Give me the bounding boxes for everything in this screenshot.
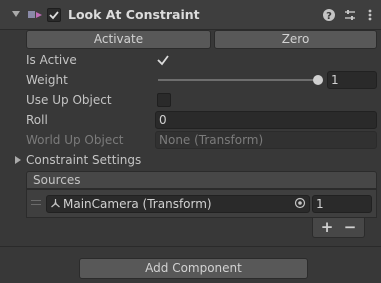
component-divider — [0, 246, 381, 247]
add-source-button[interactable]: + — [319, 219, 335, 235]
zero-button[interactable]: Zero — [214, 30, 377, 49]
checkmark-icon — [49, 11, 59, 20]
expand-arrow-icon[interactable] — [14, 155, 22, 165]
world-up-object-field: None (Transform) — [155, 131, 377, 149]
source-weight-field[interactable]: 1 — [312, 195, 372, 213]
help-icon[interactable]: ? — [322, 8, 336, 22]
roll-field[interactable]: 0 — [155, 111, 377, 129]
component-title: Look At Constraint — [68, 7, 200, 22]
constraint-icon — [28, 11, 42, 18]
is-active-label: Is Active — [26, 53, 77, 67]
use-up-object-checkbox[interactable] — [157, 93, 171, 107]
drag-handle-icon[interactable] — [31, 200, 41, 206]
fold-arrow-icon[interactable] — [12, 11, 20, 17]
weight-slider-track[interactable] — [158, 79, 321, 81]
remove-source-button[interactable]: − — [342, 219, 358, 235]
activate-button[interactable]: Activate — [26, 30, 211, 49]
object-picker-icon[interactable] — [294, 197, 306, 209]
svg-text:?: ? — [326, 11, 332, 22]
is-active-checkbox[interactable] — [156, 53, 170, 67]
menu-icon[interactable] — [363, 8, 377, 22]
source-object-name: MainCamera (Transform) — [63, 197, 212, 211]
sources-header-label: Sources — [33, 173, 81, 187]
transform-icon — [51, 199, 60, 208]
roll-label: Roll — [26, 113, 48, 127]
weight-label: Weight — [26, 73, 68, 87]
component-enabled-checkbox[interactable] — [47, 8, 61, 22]
weight-slider-thumb[interactable] — [313, 75, 323, 85]
constraint-settings-foldout[interactable]: Constraint Settings — [26, 153, 141, 167]
source-object-field[interactable]: MainCamera (Transform) — [46, 195, 310, 213]
use-up-object-label: Use Up Object — [26, 93, 112, 107]
world-up-object-label: World Up Object — [26, 133, 124, 147]
weight-field[interactable]: 1 — [327, 71, 377, 89]
presets-icon[interactable] — [343, 8, 357, 22]
add-component-button[interactable]: Add Component — [79, 258, 308, 279]
